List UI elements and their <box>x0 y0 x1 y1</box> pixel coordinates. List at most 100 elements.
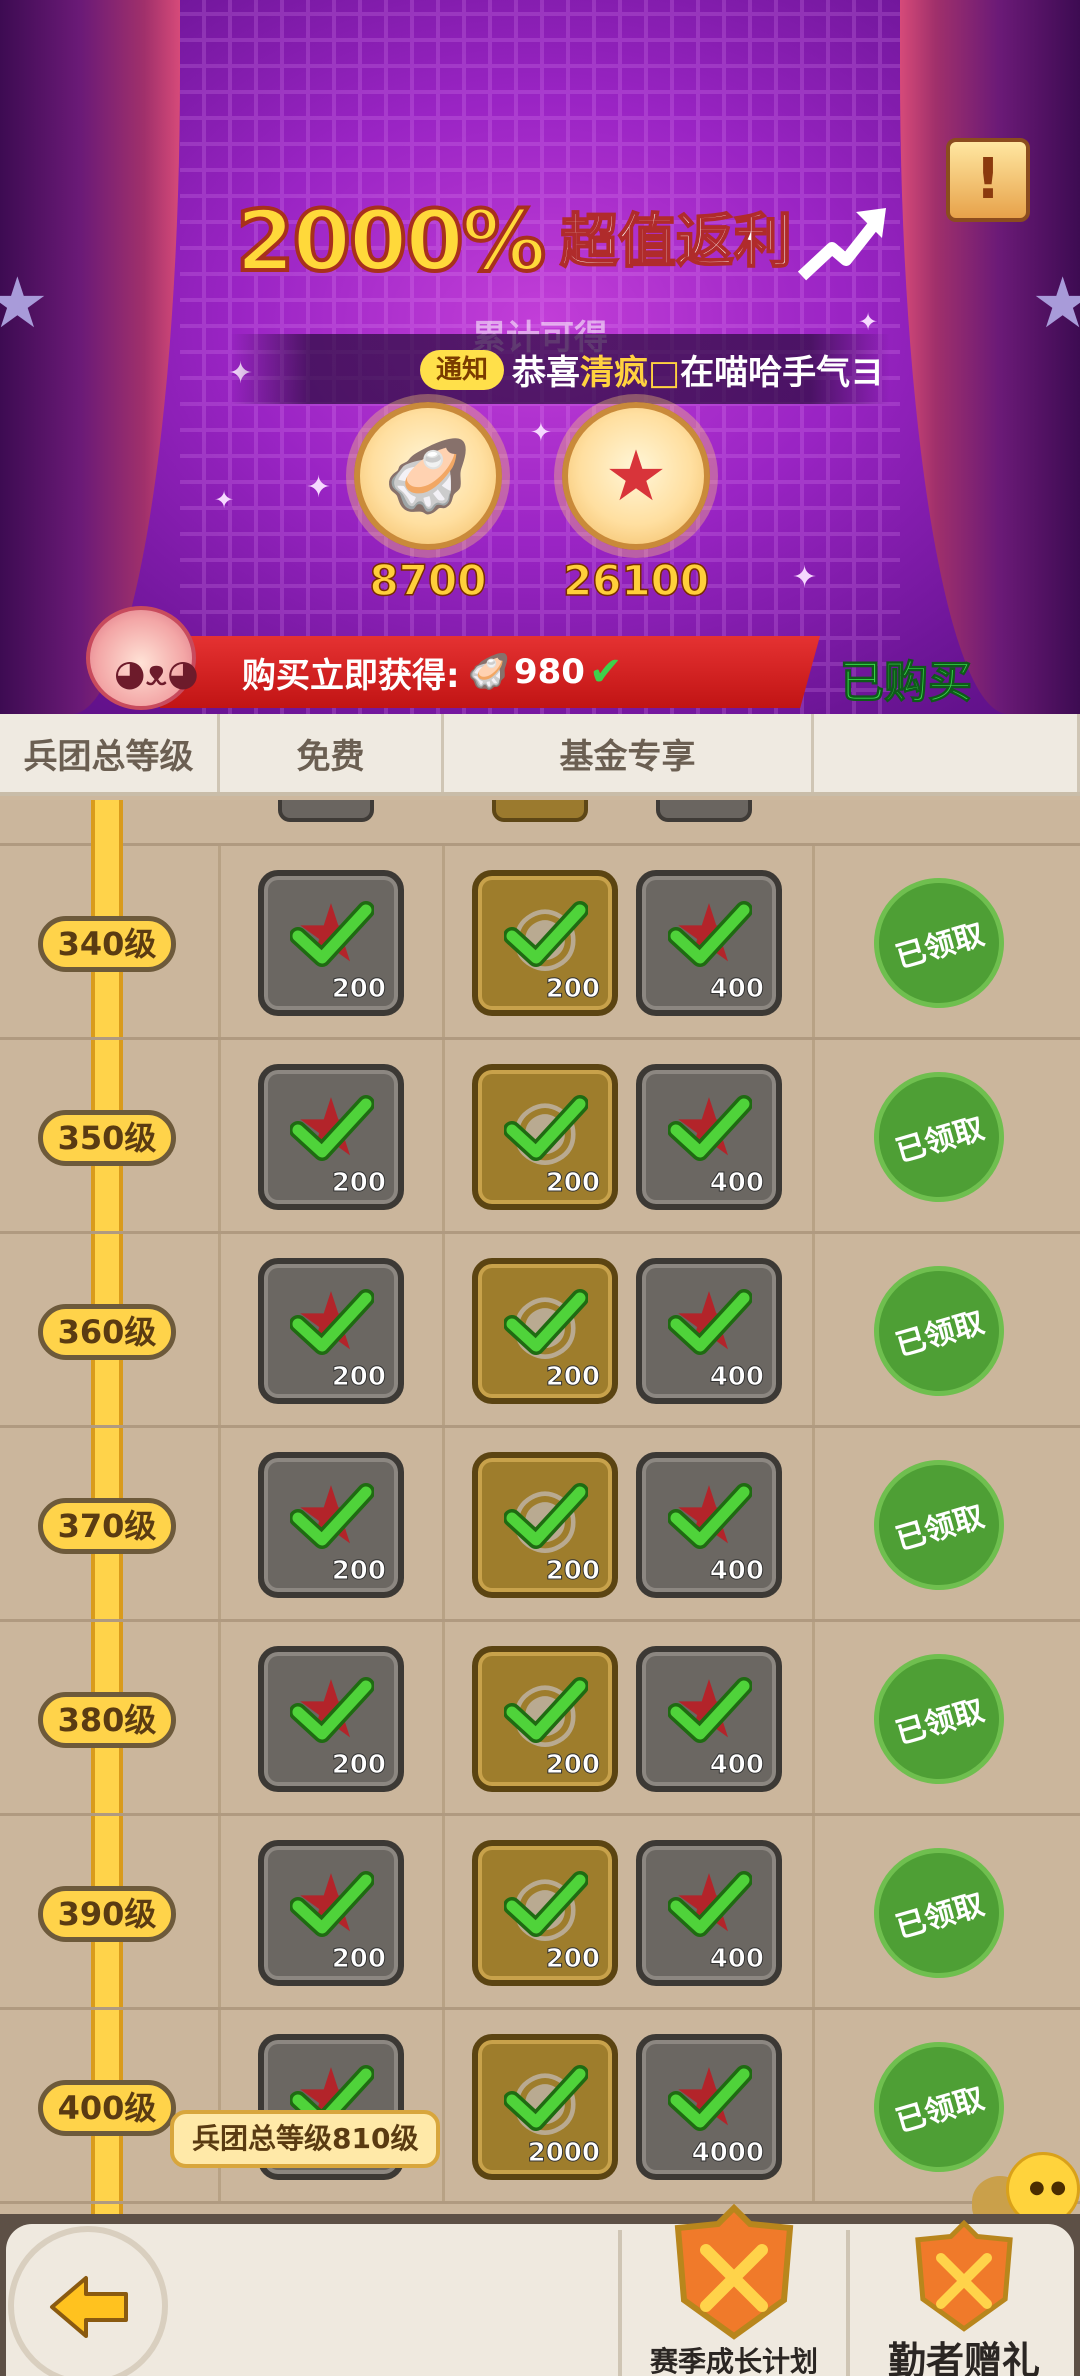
check-icon <box>504 1677 588 1743</box>
check-icon <box>290 901 374 967</box>
column-divider <box>812 1816 815 2007</box>
check-icon <box>504 1095 588 1161</box>
reward-cell[interactable]: ◉ 2000 <box>472 2034 618 2180</box>
partial-item <box>492 800 588 822</box>
level-pill: 350级 <box>38 1110 176 1166</box>
tab-season-growth-plan[interactable]: 赛季成长计划 <box>624 2204 844 2376</box>
column-divider <box>442 1040 445 1231</box>
star-decoration-icon: ★ <box>0 262 49 344</box>
reward-cell[interactable]: ★ 4000 <box>636 2034 782 2180</box>
reward-cell[interactable]: ★ 200 <box>258 1840 404 1986</box>
reward-cell[interactable]: ★ 400 <box>636 1064 782 1210</box>
table-row: 390级 ★ 200 ◉ 200 ★ 400 已领取 <box>0 1816 1080 2010</box>
star-decoration-icon: ★ <box>1031 262 1080 344</box>
buy-label: 购买立即获得: <box>242 655 460 696</box>
reward-cell[interactable]: ◉ 200 <box>472 1064 618 1210</box>
check-icon <box>668 1289 752 1355</box>
column-divider <box>218 2010 221 2201</box>
reward-quantity: 200 <box>331 1944 386 1975</box>
column-divider <box>812 1040 815 1231</box>
mascot-avatar: ◕ᴥ◕ <box>86 606 199 710</box>
claimed-badge[interactable]: 已领取 <box>858 1638 1020 1800</box>
partial-row <box>0 800 1080 846</box>
notice-ticker: 通知 恭喜清疯□在喵哈手气ヨ <box>230 334 890 404</box>
column-divider <box>442 846 445 1037</box>
claimed-badge[interactable]: 已领取 <box>858 1832 1020 1994</box>
check-icon <box>504 901 588 967</box>
claimed-badge[interactable]: 已领取 <box>858 1056 1020 1218</box>
reward-cell[interactable]: ★ 200 <box>258 1258 404 1404</box>
reward-cell[interactable]: ◉ 200 <box>472 1646 618 1792</box>
column-divider <box>812 1234 815 1425</box>
column-divider <box>442 1622 445 1813</box>
check-icon <box>290 1871 374 1937</box>
reward-quantity: 400 <box>709 1750 764 1781</box>
claimed-badge[interactable]: 已领取 <box>858 1444 1020 1606</box>
tab-divider <box>846 2230 850 2376</box>
sparkle-icon: ✦ <box>214 486 235 514</box>
reward-cell[interactable]: ◉ 200 <box>472 1452 618 1598</box>
buy-bar: 购买立即获得: 🦪 980 ✔ <box>160 636 820 708</box>
column-divider <box>442 2010 445 2201</box>
partial-item <box>278 800 374 822</box>
table-row: 350级 ★ 200 ◉ 200 ★ 400 已领取 <box>0 1040 1080 1234</box>
reward-quantity: 4000 <box>691 2138 764 2169</box>
reward-cell[interactable]: ★ 200 <box>258 1452 404 1598</box>
claimed-badge[interactable]: 已领取 <box>858 862 1020 1024</box>
check-icon <box>290 1677 374 1743</box>
reward-quantity: 200 <box>545 1168 600 1199</box>
check-icon <box>504 1871 588 1937</box>
column-divider <box>442 1234 445 1425</box>
column-divider <box>218 1428 221 1619</box>
reward-quantity: 200 <box>331 1362 386 1393</box>
reward-cell[interactable]: ★ 200 <box>258 1646 404 1792</box>
reward-quantity: 200 <box>545 974 600 1005</box>
sparkle-icon: ✦ <box>306 470 332 505</box>
reward-cell[interactable]: ★ 400 <box>636 870 782 1016</box>
check-icon <box>290 1483 374 1549</box>
level-pill: 400级 <box>38 2080 176 2136</box>
notice-tag: 通知 <box>420 350 504 390</box>
column-divider <box>812 2010 815 2201</box>
level-pill: 360级 <box>38 1304 176 1360</box>
scroll-notice-icon[interactable]: ! <box>946 138 1030 222</box>
reward-cell[interactable]: ◉ 200 <box>472 1840 618 1986</box>
tab-diligent-gift[interactable]: 勤者赠礼 <box>854 2204 1074 2376</box>
column-divider <box>218 1816 221 2007</box>
header-free: 免费 <box>220 714 444 792</box>
tab-diligent-label: 勤者赠礼 <box>887 2339 1040 2376</box>
back-button[interactable] <box>8 2226 168 2376</box>
sparkle-icon: ✦ <box>530 418 552 448</box>
reward-cell[interactable]: ◉ 200 <box>472 870 618 1016</box>
check-icon <box>504 2065 588 2131</box>
column-divider <box>218 1622 221 1813</box>
reward-quantity: 400 <box>709 1556 764 1587</box>
column-divider <box>812 846 815 1037</box>
reward-list[interactable]: 340级 ★ 200 ◉ 200 ★ 400 已领取 350级 ★ 200 ◉ 200 ★ 400 已领取 36… <box>0 800 1080 2214</box>
table-row: 380级 ★ 200 ◉ 200 ★ 400 已领取 <box>0 1622 1080 1816</box>
pearl-icon: 🦪 <box>384 435 472 517</box>
level-pill: 380级 <box>38 1692 176 1748</box>
reward-cell[interactable]: ★ 400 <box>636 1840 782 1986</box>
check-icon <box>504 1483 588 1549</box>
notice-message: 恭喜清疯□在喵哈手气ヨ <box>512 352 885 393</box>
check-icon <box>668 1871 752 1937</box>
reward-cell[interactable]: ★ 400 <box>636 1452 782 1598</box>
column-divider <box>812 1622 815 1813</box>
reward-quantity: 200 <box>545 1362 600 1393</box>
reward-cell[interactable]: ★ 400 <box>636 1646 782 1792</box>
check-icon <box>290 1289 374 1355</box>
level-pill: 370级 <box>38 1498 176 1554</box>
level-pill: 340级 <box>38 916 176 972</box>
reward-cell[interactable]: ★ 200 <box>258 1064 404 1210</box>
buy-amount: 980 <box>513 652 585 692</box>
reward-cell[interactable]: ★ 400 <box>636 1258 782 1404</box>
claimed-badge[interactable]: 已领取 <box>858 1250 1020 1412</box>
sparkle-icon: ✦ <box>858 308 879 336</box>
reward-cell[interactable]: ◉ 200 <box>472 1258 618 1404</box>
reward-cell[interactable]: ★ 200 <box>258 870 404 1016</box>
column-divider <box>218 1040 221 1231</box>
reward-quantity: 200 <box>331 1168 386 1199</box>
reward-quantity: 200 <box>545 1750 600 1781</box>
pearl-reward-disc: 🦪 <box>354 402 502 550</box>
